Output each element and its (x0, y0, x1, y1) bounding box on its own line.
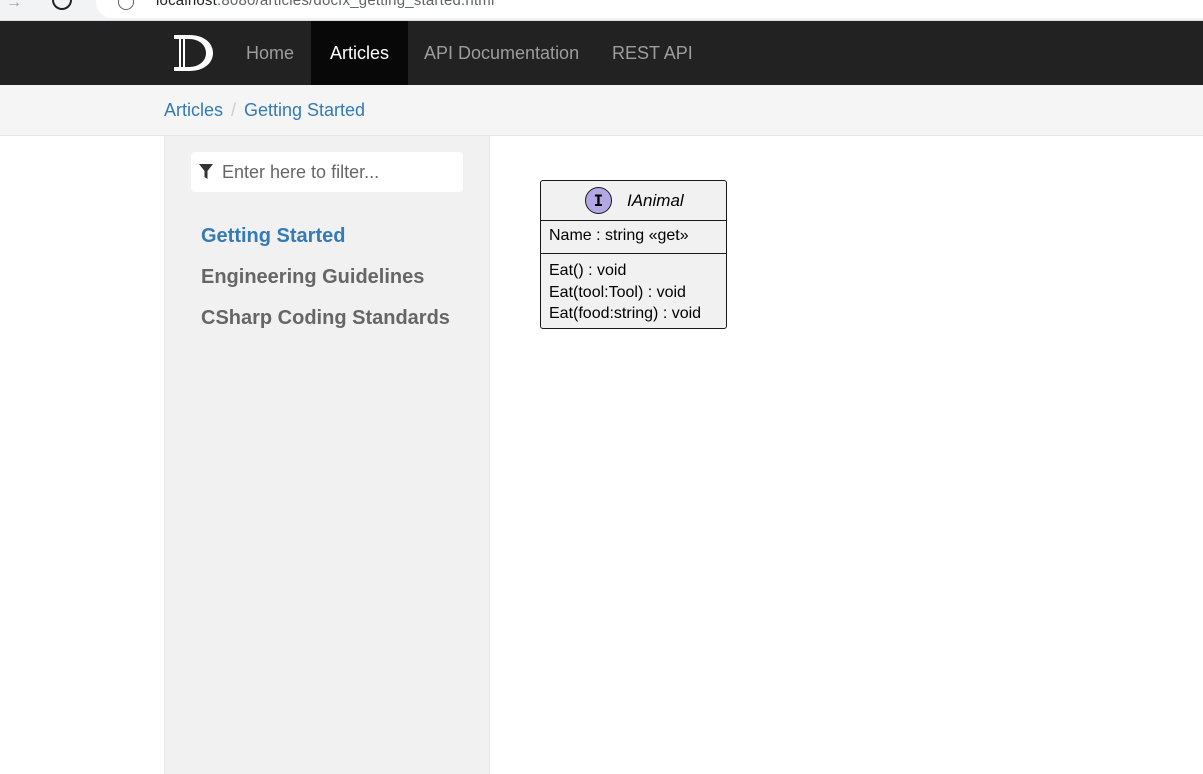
toc-item-engineering-guidelines[interactable]: Engineering Guidelines (201, 266, 424, 289)
uml-class-diagram: I IAnimal Name : string «get» Eat() : vo… (540, 180, 727, 329)
interface-marker-icon: I (585, 187, 612, 214)
site-info-icon[interactable] (118, 0, 134, 10)
address-bar[interactable]: localhost:8080/articles/docfx_getting_st… (96, 0, 1203, 18)
sidebar-toc: Getting Started Engineering Guidelines C… (164, 136, 490, 774)
uml-class-name: IAnimal (627, 191, 684, 210)
uml-class-header: I IAnimal (541, 181, 726, 221)
filter-box (191, 152, 463, 192)
nav-api-documentation[interactable]: API Documentation (405, 21, 598, 85)
nav-articles[interactable]: Articles (311, 21, 409, 85)
breadcrumb-getting-started[interactable]: Getting Started (244, 100, 365, 121)
back-arrow-icon[interactable]: → (6, 0, 22, 12)
toc-item-csharp-coding-standards[interactable]: CSharp Coding Standards (201, 307, 450, 330)
address-url: localhost:8080/articles/docfx_getting_st… (156, 0, 495, 9)
nav-home[interactable]: Home (227, 21, 313, 85)
breadcrumb-articles[interactable]: Articles (164, 100, 223, 121)
nav-rest-api[interactable]: REST API (593, 21, 712, 85)
uml-method: Eat(tool:Tool) : void (549, 283, 686, 301)
top-navbar: Home Articles API Documentation REST API (0, 21, 1203, 85)
breadcrumb: Articles / Getting Started (0, 85, 1203, 136)
breadcrumb-separator: / (231, 100, 237, 120)
uml-fields: Name : string «get» (541, 221, 726, 254)
docfx-logo-icon[interactable] (170, 33, 216, 73)
uml-methods: Eat() : void Eat(tool:Tool) : void Eat(f… (541, 254, 726, 325)
uml-method: Eat() : void (549, 262, 627, 279)
filter-input[interactable] (219, 152, 460, 192)
browser-chrome: → localhost:8080/articles/docfx_getting_… (0, 0, 1203, 21)
uml-method: Eat(food:string) : void (549, 305, 702, 322)
uml-field: Name : string «get» (549, 227, 689, 244)
filter-icon (199, 164, 213, 179)
reload-icon[interactable] (52, 0, 72, 10)
toc-item-getting-started[interactable]: Getting Started (201, 225, 345, 248)
